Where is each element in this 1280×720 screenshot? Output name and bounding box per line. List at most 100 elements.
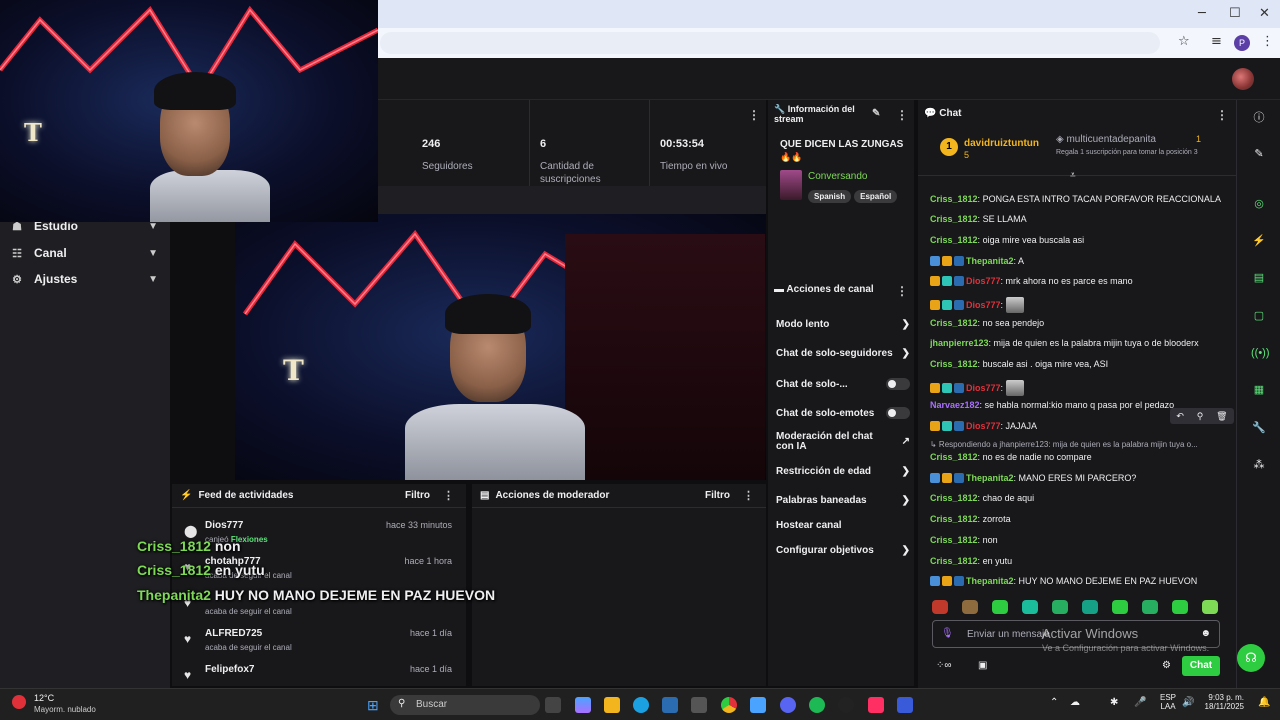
chat-message[interactable]: Criss_1812: en yutu [930, 556, 1230, 566]
chat-message[interactable]: Thepanita2: HUY NO MANO DEJEME EN PAZ HU… [930, 576, 1230, 586]
extensions-icon[interactable]: ⁂ [1251, 457, 1267, 473]
file-explorer-icon[interactable] [604, 697, 620, 713]
emotes-only-toggle[interactable] [886, 407, 910, 419]
action-slow-mode[interactable]: Modo lento ❯ [776, 319, 910, 330]
support-button[interactable]: ☊ [1237, 644, 1265, 672]
more-options-icon[interactable]: ⋮ [443, 489, 454, 502]
collapse-icon[interactable]: ⩡ [1070, 170, 1076, 181]
chat-username[interactable]: Criss_1812 [930, 514, 978, 524]
app-icon[interactable] [897, 697, 913, 713]
language-indicator[interactable]: ESP LAA [1160, 693, 1176, 711]
emote-icon[interactable] [1022, 600, 1038, 614]
wrench-icon[interactable]: 🔧 [1251, 420, 1267, 436]
dashboard-icon[interactable]: ▦ [1251, 382, 1267, 398]
chat-username[interactable]: Criss_1812 [930, 235, 978, 245]
address-bar[interactable] [380, 32, 1160, 54]
chat-message[interactable]: ↳ Respondiendo a jhanpierre123: mija de … [930, 440, 1230, 449]
chat-message[interactable]: Criss_1812: non [930, 535, 1230, 545]
spotify-icon[interactable] [809, 697, 825, 713]
more-options-icon[interactable]: ⋮ [896, 284, 908, 298]
feed-item[interactable]: ♥ ALFRED725 hace 1 día acaba de seguir e… [172, 628, 462, 664]
action-host-channel[interactable]: Hostear canal [776, 520, 910, 531]
more-options-icon[interactable]: ⋮ [743, 489, 754, 502]
microphone-icon[interactable]: 🎙 [941, 628, 954, 639]
emote-icon[interactable] [932, 600, 948, 614]
chat-message[interactable]: Criss_1812: buscale asi . oiga mire vea,… [930, 359, 1230, 369]
delete-icon[interactable]: 🗑 [1216, 411, 1227, 422]
chat-username[interactable]: Criss_1812 [930, 359, 978, 369]
chat-username[interactable]: Criss_1812 [930, 452, 978, 462]
emote-icon[interactable] [1112, 600, 1128, 614]
emote-icon[interactable] [1142, 600, 1158, 614]
chat-message[interactable]: Criss_1812: chao de aqui [930, 493, 1230, 503]
tray-chevron-icon[interactable]: ⌃ [1050, 697, 1058, 708]
obs-icon[interactable] [691, 697, 707, 713]
chat-message[interactable]: Dios777: mrk ahora no es parce es mano [930, 276, 1230, 286]
broadcast-icon[interactable]: ((•)) [1251, 345, 1270, 361]
filter-button[interactable]: Filtro [705, 490, 730, 501]
task-view-icon[interactable] [545, 697, 561, 713]
community-icon[interactable]: ⁘∞ [936, 660, 952, 671]
edit-icon[interactable]: ✎ [872, 108, 880, 119]
tag-chip[interactable]: Español [854, 190, 898, 203]
chat-username[interactable]: Dios777 [966, 300, 1001, 310]
network-icon[interactable]: ☁ [1070, 697, 1080, 708]
chat-username[interactable]: Criss_1812 [930, 556, 978, 566]
more-options-icon[interactable]: ⋮ [1216, 108, 1228, 122]
chat-message[interactable]: Thepanita2: A [930, 256, 1230, 266]
subs-only-toggle[interactable] [886, 378, 910, 390]
stream-category[interactable]: Conversando [808, 171, 867, 182]
profile-avatar[interactable]: P [1234, 35, 1250, 51]
chat-username[interactable]: Thepanita2 [966, 576, 1014, 586]
action-banned-words[interactable]: Palabras baneadas ❯ [776, 495, 910, 506]
more-options-icon[interactable]: ⋮ [896, 108, 908, 122]
action-age-restriction[interactable]: Restricción de edad ❯ [776, 466, 910, 477]
chat-username[interactable]: Criss_1812 [930, 535, 978, 545]
emote-icon[interactable] [1052, 600, 1068, 614]
chat-message[interactable]: Dios777: [930, 380, 1230, 396]
emote-icon[interactable] [992, 600, 1008, 614]
sidebar-item-canal[interactable]: ☷ Canal ▼ [0, 240, 170, 266]
chat-username[interactable]: Criss_1812 [930, 318, 978, 328]
reading-list-icon[interactable]: ≡ [1211, 34, 1222, 49]
chat-username[interactable]: Dios777 [966, 383, 1001, 393]
close-button[interactable]: ✕ [1259, 6, 1270, 21]
chat-icon[interactable]: ▢ [1251, 308, 1267, 324]
start-icon[interactable]: ⊞ [367, 697, 379, 714]
stream-preview[interactable]: T [235, 214, 766, 480]
clock[interactable]: 9:03 p. m. 18/11/2025 [1200, 693, 1244, 711]
chat-message[interactable]: jhanpierre123: mija de quien es la palab… [930, 338, 1230, 348]
emote-icon[interactable] [1202, 600, 1218, 614]
user-avatar[interactable] [1232, 68, 1254, 90]
feed-item[interactable]: ♥ Felipefox7 hace 1 día [172, 664, 462, 686]
undo-icon[interactable]: ↶ [1176, 411, 1184, 422]
chat-message[interactable]: Criss_1812: zorrota [930, 514, 1230, 524]
chat-message[interactable]: Dios777: [930, 297, 1230, 313]
weather-temp[interactable]: 12°C [34, 693, 54, 703]
send-chat-button[interactable]: Chat [1182, 656, 1220, 676]
pin-icon[interactable]: ⚲ [1197, 411, 1204, 422]
filter-button[interactable]: Filtro [405, 490, 430, 501]
chat-message[interactable]: Thepanita2: MANO ERES MI PARCERO? [930, 473, 1230, 483]
chat-username[interactable]: Criss_1812 [930, 493, 978, 503]
chat-username[interactable]: Narvaez182 [930, 400, 980, 410]
emote-icon[interactable] [1082, 600, 1098, 614]
sidebar-item-ajustes[interactable]: ⚙ Ajustes ▼ [0, 266, 170, 292]
leader-user-2[interactable]: ◈ multicuentadepanita [1056, 134, 1156, 145]
action-ai-moderation[interactable]: Moderación del chat con IA ↗ [776, 432, 910, 452]
emote-icon[interactable] [962, 600, 978, 614]
action-configure-goals[interactable]: Configurar objetivos ❯ [776, 545, 910, 556]
app-icon[interactable] [750, 697, 766, 713]
store-icon[interactable] [662, 697, 678, 713]
copilot-icon[interactable] [575, 697, 591, 713]
focus-icon[interactable]: ◎ [1251, 196, 1267, 212]
browser-menu-icon[interactable]: ⋮ [1261, 34, 1274, 49]
edit-icon[interactable]: ✎ [1251, 146, 1267, 162]
action-followers-only[interactable]: Chat de solo-seguidores ❯ [776, 348, 910, 359]
chat-username[interactable]: Thepanita2 [966, 256, 1014, 266]
chat-username[interactable]: Thepanita2 [966, 473, 1014, 483]
chat-message[interactable]: Criss_1812: no es de nadie no compare [930, 452, 1230, 462]
chat-username[interactable]: Dios777 [966, 421, 1001, 431]
tag-chip[interactable]: Spanish [808, 190, 852, 203]
category-thumbnail[interactable] [780, 170, 802, 200]
